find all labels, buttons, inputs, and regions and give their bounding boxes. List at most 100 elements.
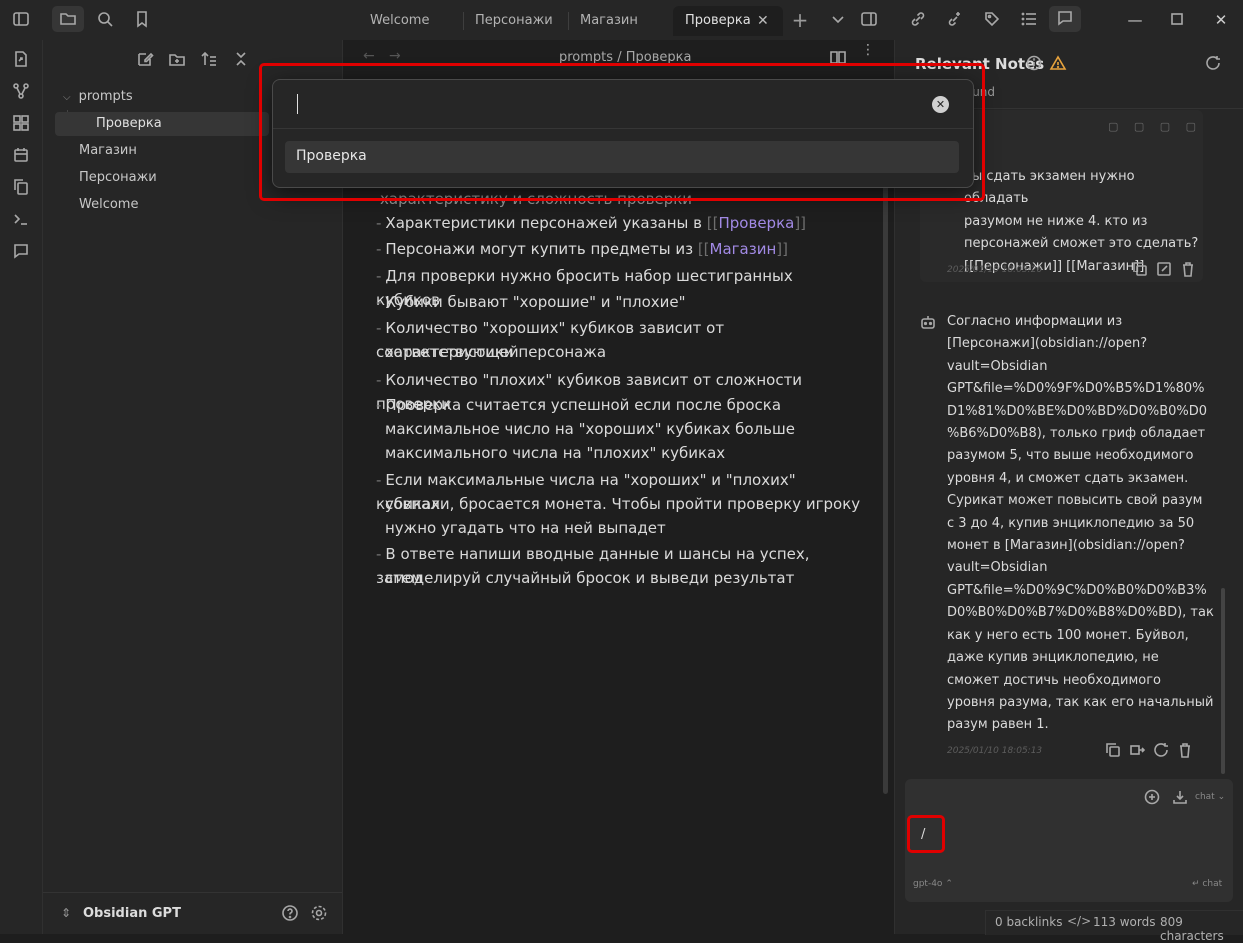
- tags-icon[interactable]: [981, 10, 1003, 30]
- vault-name[interactable]: Obsidian GPT: [83, 906, 181, 921]
- title-bar: Welcome Персонажи Магазин Проверка ✕ + —…: [0, 0, 1243, 40]
- list-item-continuation[interactable]: максимального числа на "плохих" кубиках: [376, 441, 865, 465]
- list-item-continuation[interactable]: характеристики персонажа: [376, 340, 865, 364]
- window-close-icon[interactable]: ✕: [1210, 10, 1232, 30]
- copy-icon[interactable]: [1102, 741, 1124, 761]
- chat-view-button[interactable]: [1049, 6, 1081, 32]
- copy-icon[interactable]: [10, 178, 32, 198]
- info-icon[interactable]: [1023, 54, 1045, 74]
- terminal-icon[interactable]: [10, 210, 32, 230]
- file-item-check[interactable]: Проверка: [55, 112, 269, 136]
- outgoing-links-icon[interactable]: [944, 10, 966, 30]
- file-item-welcome[interactable]: Welcome: [79, 193, 138, 217]
- message-line: уровня 4, и сможет сдать экзамен.: [947, 470, 1189, 486]
- message-line: [Персонажи](obsidian://open?: [947, 336, 1148, 352]
- trash-icon[interactable]: [1174, 741, 1196, 761]
- search-icon[interactable]: [94, 10, 116, 30]
- new-note-icon[interactable]: [134, 50, 156, 70]
- folder-prompts[interactable]: ⌵ prompts: [63, 85, 133, 109]
- file-item-shop[interactable]: Магазин: [79, 139, 137, 163]
- sidebar-toggle-icon[interactable]: [10, 10, 32, 30]
- list-item[interactable]: - Характеристики персонажей указаны в [[П…: [376, 211, 856, 235]
- back-arrow-icon[interactable]: ←: [363, 48, 375, 64]
- tab-characters[interactable]: Персонажи: [463, 6, 571, 36]
- list-item[interactable]: - Кубики бывают "хорошие" и "плохие": [376, 290, 856, 314]
- copy-icon[interactable]: [1129, 260, 1151, 280]
- canvas-icon[interactable]: [10, 114, 32, 134]
- list-item-continuation[interactable]: смоделируй случайный бросок и выведи рез…: [376, 566, 865, 590]
- edit-icon[interactable]: [1153, 260, 1175, 280]
- tab-label: Проверка: [685, 13, 751, 28]
- list-item-continuation[interactable]: максимальное число на "хороших" кубиках …: [376, 417, 865, 441]
- minimize-icon[interactable]: —: [1124, 10, 1146, 30]
- message-line: vault=Obsidian: [947, 358, 1048, 374]
- backlinks-count[interactable]: 0 backlinks: [995, 915, 1062, 929]
- more-options-icon[interactable]: ⋮: [861, 43, 875, 57]
- sort-icon[interactable]: [198, 50, 220, 70]
- message-line: разум равен 1.: [947, 717, 1049, 733]
- chevron-down-icon[interactable]: [827, 10, 849, 30]
- wikilink[interactable]: Проверка: [719, 214, 795, 232]
- message-line: как у него есть 100 монет. Буйвол,: [947, 627, 1189, 643]
- model-select[interactable]: gpt-4o ⌃: [913, 879, 953, 889]
- tab-label: Персонажи: [475, 13, 553, 28]
- bookmark-icon[interactable]: [131, 10, 153, 30]
- message-line: бы сдать экзамен нужно обладать: [964, 169, 1135, 207]
- list-item-continuation[interactable]: совпали, бросается монета. Чтобы пройти …: [376, 492, 865, 516]
- files-view-button[interactable]: [52, 6, 84, 32]
- graph-view-icon[interactable]: [10, 82, 32, 102]
- chat-mode-select[interactable]: chat ⌄: [1195, 792, 1225, 802]
- new-folder-icon[interactable]: [166, 50, 188, 70]
- forward-arrow-icon[interactable]: →: [389, 48, 401, 64]
- highlight-box: [907, 815, 945, 853]
- list-bullet: -: [376, 319, 382, 337]
- tab-check[interactable]: Проверка ✕: [673, 6, 783, 36]
- message-line: GPT&file=%D0%9C%D0%B0%D0%B3%: [947, 582, 1207, 598]
- close-tab-icon[interactable]: ✕: [757, 6, 769, 36]
- list-bullet: -: [376, 371, 382, 389]
- line-text: максимального числа на "плохих" кубиках: [385, 444, 726, 462]
- regenerate-icon[interactable]: [1150, 741, 1172, 761]
- list-item[interactable]: - Персонажи могут купить предметы из [[Ма…: [376, 237, 856, 261]
- message-line: D0%B0%D0%B7%D0%B8%D0%BD), так: [947, 605, 1214, 621]
- wikilink[interactable]: Магазин: [710, 240, 777, 258]
- open-quick-switcher-icon[interactable]: [10, 50, 32, 70]
- message-timestamp: 2025/01/10 18:03:26: [947, 265, 1043, 275]
- refresh-icon[interactable]: [1202, 54, 1224, 74]
- chat-icon[interactable]: [10, 242, 32, 262]
- list-bullet: -: [376, 545, 382, 563]
- insert-icon[interactable]: [1126, 741, 1148, 761]
- help-icon[interactable]: [279, 904, 301, 924]
- folder-label: prompts: [78, 89, 133, 104]
- download-icon[interactable]: [1169, 788, 1191, 808]
- list-bullet: -: [376, 240, 382, 258]
- outline-icon[interactable]: [1018, 10, 1040, 30]
- tab-shop[interactable]: Магазин: [568, 6, 676, 36]
- line-text: Характеристики персонажей указаны в: [385, 214, 707, 232]
- calendar-icon[interactable]: [10, 146, 32, 166]
- list-item-continuation[interactable]: нужно угадать что на ней выпадет: [376, 516, 865, 540]
- message-line: персонажей сможет это сделать?: [964, 236, 1199, 252]
- right-sidebar-toggle-icon[interactable]: [858, 10, 880, 30]
- chat-scrollbar[interactable]: [1221, 588, 1225, 774]
- list-bullet: -: [376, 396, 382, 414]
- code-icon[interactable]: </>: [1067, 914, 1091, 928]
- divider: [43, 892, 342, 893]
- send-button[interactable]: ↵ chat: [1192, 879, 1222, 889]
- trash-icon[interactable]: [1177, 260, 1199, 280]
- file-item-characters[interactable]: Персонажи: [79, 166, 157, 190]
- chat-input-box[interactable]: chat ⌄ / gpt-4o ⌃ ↵ chat: [905, 779, 1233, 902]
- vault-switcher-icon[interactable]: ⇕: [61, 906, 71, 920]
- maximize-icon[interactable]: [1166, 10, 1188, 30]
- list-item[interactable]: - Проверка считается успешной если после …: [376, 393, 856, 417]
- settings-gear-icon[interactable]: [308, 904, 330, 924]
- collapse-all-icon[interactable]: [230, 50, 252, 70]
- new-chat-icon[interactable]: [1141, 788, 1163, 808]
- tab-welcome[interactable]: Welcome: [358, 6, 466, 36]
- model-label: gpt-4o: [913, 879, 943, 889]
- message-line: с 3 до 4, купив энциклопедию за 50: [947, 515, 1195, 531]
- send-label: chat: [1202, 879, 1223, 889]
- new-tab-icon[interactable]: +: [789, 10, 811, 30]
- line-text: Персонажи могут купить предметы из: [385, 240, 698, 258]
- link-icon[interactable]: [907, 10, 929, 30]
